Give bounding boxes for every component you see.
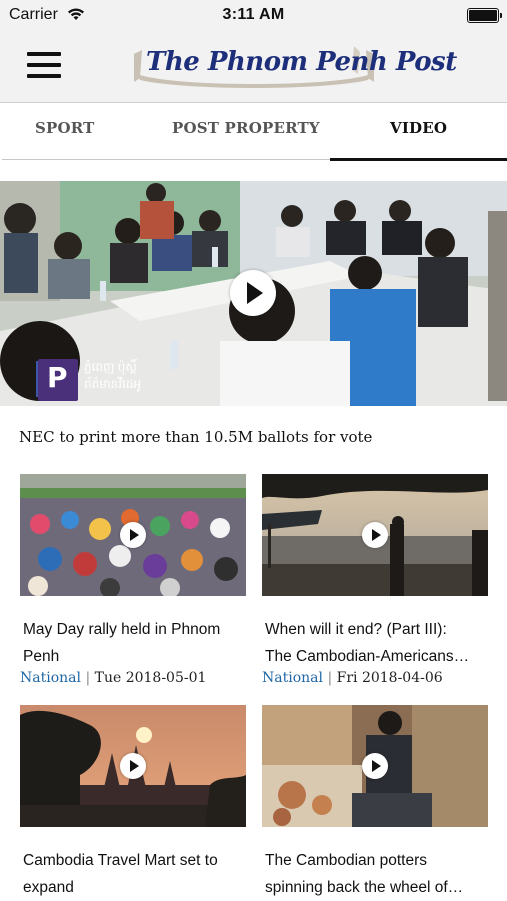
video-title-line: Cambodia Travel Mart set to <box>23 852 218 869</box>
video-title[interactable]: When will it end? (Part III): The Cambod… <box>265 616 493 670</box>
tab-video[interactable]: VIDEO <box>390 119 447 137</box>
video-title[interactable]: The Cambodian potters spinning back the … <box>265 847 493 901</box>
category-link[interactable]: National <box>262 670 323 686</box>
video-date: Tue 2018-05-01 <box>94 670 207 686</box>
status-bar: Carrier 3:11 AM <box>0 0 507 30</box>
video-title-line: expand <box>23 879 74 896</box>
menu-bar-icon <box>27 63 61 67</box>
active-tab-indicator <box>330 158 507 161</box>
play-button-icon[interactable] <box>230 270 276 316</box>
phnom-penh-post-logo[interactable]: The Phnom Penh Post <box>132 44 457 88</box>
video-meta: National | Fri 2018-04-06 <box>262 670 443 686</box>
khmer-watermark: ភ្នំពេញ ប៉ុស្តិ៍ ព័ត៌មានវីដេអូ <box>84 360 142 391</box>
video-title-line: May Day rally held in Phnom <box>23 621 221 638</box>
hero-video-title[interactable]: NEC to print more than 10.5M ballots for… <box>19 428 372 446</box>
play-button-icon[interactable] <box>120 522 146 548</box>
video-title[interactable]: May Day rally held in Phnom Penh <box>23 616 251 670</box>
video-title[interactable]: Cambodia Travel Mart set to expand <box>23 847 251 901</box>
menu-bar-icon <box>27 74 61 78</box>
top-navbar: The Phnom Penh Post <box>0 30 507 103</box>
tab-sport[interactable]: SPORT <box>35 119 95 137</box>
menu-button[interactable] <box>27 52 61 78</box>
menu-bar-icon <box>27 52 61 56</box>
tab-post-property[interactable]: POST PROPERTY <box>172 119 320 137</box>
video-title-line: Penh <box>23 648 60 665</box>
video-thumbnail-travel-mart[interactable] <box>20 705 246 827</box>
video-title-line: The Cambodian potters <box>265 852 427 869</box>
meta-separator: | <box>327 670 333 686</box>
section-tabs: SPORT POST PROPERTY VIDEO <box>0 103 507 161</box>
video-meta: National | Tue 2018-05-01 <box>20 670 206 686</box>
clock: 3:11 AM <box>222 6 285 23</box>
video-thumbnail-when-will-it-end[interactable] <box>262 474 488 596</box>
play-button-icon[interactable] <box>362 522 388 548</box>
video-title-line: spinning back the wheel of… <box>265 879 464 896</box>
logo-text: The Phnom Penh Post <box>146 47 457 77</box>
play-button-icon[interactable] <box>362 753 388 779</box>
category-link[interactable]: National <box>20 670 81 686</box>
meta-separator: | <box>85 670 91 686</box>
video-title-line: When will it end? (Part III): <box>265 621 447 638</box>
video-title-line: The Cambodian-Americans… <box>265 648 470 665</box>
video-thumbnail-may-day[interactable] <box>20 474 246 596</box>
video-thumbnail-potters[interactable] <box>262 705 488 827</box>
post-video-badge-icon: P <box>38 359 78 401</box>
play-button-icon[interactable] <box>120 753 146 779</box>
video-date: Fri 2018-04-06 <box>336 670 443 686</box>
battery-icon <box>467 8 502 23</box>
hero-video-thumbnail[interactable]: P ភ្នំពេញ ប៉ុស្តិ៍ ព័ត៌មានវីដេអូ <box>0 181 507 406</box>
